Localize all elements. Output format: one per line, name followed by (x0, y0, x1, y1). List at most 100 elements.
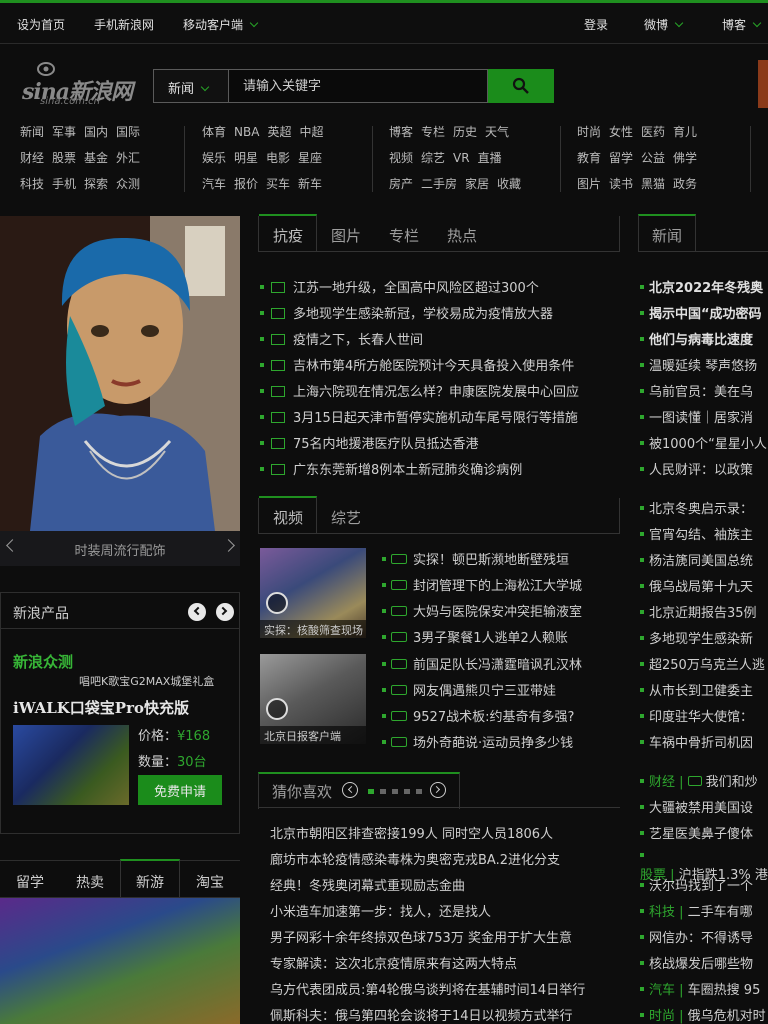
chevron-left-icon[interactable] (6, 539, 19, 552)
guess-item[interactable]: 北京市朝阳区排查密接199人 同时空人员1806人 (270, 823, 553, 842)
news-title[interactable]: 从市长到卫健委主 (649, 684, 753, 699)
nav-link[interactable]: 二手房 (421, 175, 457, 192)
category-label[interactable]: 时尚 (649, 1009, 675, 1024)
news-title[interactable]: 多地现学生感染新冠，学校易成为疫情放大器 (293, 307, 553, 322)
right-news-item[interactable]: 大疆被禁用美国设 (640, 797, 768, 816)
nav-link[interactable]: 基金 (84, 149, 108, 166)
nav-link[interactable]: 黑猫 (641, 175, 665, 192)
video-title[interactable]: 封闭管理下的上海松江大学城 (413, 579, 582, 594)
right-news-item[interactable]: 网信办：不得诱导 (640, 927, 768, 946)
nav-link[interactable]: 专栏 (421, 123, 445, 140)
right-news-item[interactable]: 俄乌战局第十九天 (640, 576, 768, 595)
guess-item[interactable]: 经典！冬残奥闭幕式重现励志金曲 (270, 875, 465, 894)
sina-logo[interactable]: sina新浪网 sina.com.cn (20, 60, 135, 110)
list-item[interactable]: 3月15日起天津市暂停实施机动车尾号限行等措施 (260, 407, 578, 429)
news-title[interactable]: 二手车有哪 (688, 905, 753, 920)
news-title[interactable]: 他们与病毒比速度 (649, 333, 753, 348)
page-dot[interactable] (368, 789, 374, 794)
news-title[interactable]: 疫情之下，长春人世间 (293, 333, 423, 348)
page-dot[interactable] (392, 789, 398, 794)
news-title[interactable]: 人民财评：以政策 (649, 463, 753, 478)
news-title[interactable]: 俄乌战局第十九天 (649, 580, 753, 595)
news-title[interactable]: 北京冬奥启示录： (649, 502, 753, 517)
news-title[interactable]: 艺星医美鼻子傻体 (649, 827, 753, 842)
news-title[interactable]: 北京近期报告35例 (649, 606, 757, 621)
nav-link[interactable]: 中超 (299, 123, 323, 140)
tab-hot[interactable]: 热点 (447, 225, 477, 246)
list-item[interactable]: 江苏一地升级，全国高中风险区超过300个 (260, 277, 539, 299)
tab-columns[interactable]: 专栏 (389, 225, 419, 246)
nav-link[interactable]: 历史 (453, 123, 477, 140)
right-fashion-item[interactable]: 时尚 | 俄乌危机对时 (640, 1005, 768, 1024)
list-item[interactable]: 场外奇葩说·运动员挣多少钱 (382, 732, 573, 751)
news-title[interactable]: 车祸中骨折司机因 (649, 736, 753, 751)
search-input[interactable] (229, 69, 488, 103)
nav-link[interactable]: 房产 (389, 175, 413, 192)
nav-link[interactable]: 图片 (577, 175, 601, 192)
video-title[interactable]: 大妈与医院保安冲突拒输液室 (413, 605, 582, 620)
nav-link[interactable]: 直播 (478, 149, 502, 166)
nav-link[interactable]: 收藏 (497, 175, 521, 192)
news-title[interactable]: 核战爆发后哪些物 (649, 957, 753, 972)
news-title[interactable]: 印度驻华大使馆： (649, 710, 753, 725)
nav-link[interactable]: 家居 (465, 175, 489, 192)
next-button[interactable] (216, 603, 234, 621)
nav-link[interactable]: 探索 (84, 175, 108, 192)
right-news-item[interactable]: 北京2022年冬残奥 (640, 277, 768, 296)
category-label[interactable]: 科技 (649, 905, 675, 920)
right-news-item[interactable]: 车祸中骨折司机因 (640, 732, 768, 751)
product-subtitle[interactable]: 唱吧K歌宝G2MAX城堡礼盒 (79, 673, 214, 689)
news-title[interactable]: 75名内地援港医疗队员抵达香港 (293, 437, 479, 452)
video-title[interactable]: 场外奇葩说·运动员挣多少钱 (413, 736, 573, 751)
nav-link[interactable]: 视频 (389, 149, 413, 166)
category-label[interactable]: 汽车 (649, 983, 675, 998)
right-news-item[interactable]: 从市长到卫健委主 (640, 680, 768, 699)
play-icon[interactable] (266, 592, 288, 614)
right-news-item[interactable]: 被1000个“星星小人 (640, 433, 768, 452)
right-tech-item[interactable]: 科技 | 二手车有哪 (640, 901, 768, 920)
page-dot[interactable] (416, 789, 422, 794)
page-dot[interactable] (380, 789, 386, 794)
tab-new-games[interactable]: 新游 (136, 872, 164, 892)
list-item[interactable]: 实探！顿巴斯濒地断壁残垣 (382, 549, 569, 568)
nav-link[interactable]: 教育 (577, 149, 601, 166)
nav-link[interactable]: 星座 (298, 149, 322, 166)
nav-link[interactable]: 留学 (609, 149, 633, 166)
news-title[interactable]: 江苏一地升级，全国高中风险区超过300个 (293, 281, 539, 296)
news-title[interactable]: 车圈热搜 95 (688, 983, 761, 998)
list-item[interactable]: 75名内地援港医疗队员抵达香港 (260, 433, 479, 455)
right-news-item[interactable]: 超250万乌克兰人逃 (640, 654, 768, 673)
ad-banner[interactable] (758, 60, 768, 108)
guess-item[interactable]: 廊坊市本轮疫情感染毒株为奥密克戎BA.2进化分支 (270, 849, 560, 868)
news-title[interactable]: 我们和炒 (706, 775, 758, 790)
nav-link[interactable]: 国际 (116, 123, 140, 140)
nav-link[interactable]: 天气 (485, 123, 509, 140)
news-title[interactable]: 温暖延续 琴声悠扬 (649, 359, 757, 374)
nav-link[interactable]: 综艺 (421, 149, 445, 166)
tab-study-abroad[interactable]: 留学 (16, 872, 44, 892)
news-title[interactable]: 官宵勾结、袖族主 (649, 528, 753, 543)
nav-link[interactable]: 英超 (267, 123, 291, 140)
video-title[interactable]: 网友偶遇熊贝宁三亚带娃 (413, 684, 556, 699)
right-news-item[interactable]: 他们与病毒比速度 (640, 329, 768, 348)
mobile-client-menu[interactable]: 移动客户端 (183, 16, 259, 33)
tab-hot-sale[interactable]: 热卖 (76, 872, 104, 892)
nav-link[interactable]: 读书 (609, 175, 633, 192)
mobile-site-link[interactable]: 手机新浪网 (94, 16, 154, 33)
nav-link[interactable]: 时尚 (577, 123, 601, 140)
right-news-item[interactable]: 官宵勾结、袖族主 (640, 524, 768, 543)
list-item[interactable]: 多地现学生感染新冠，学校易成为疫情放大器 (260, 303, 553, 325)
right-news-item[interactable]: 多地现学生感染新 (640, 628, 768, 647)
product-image[interactable] (13, 725, 129, 805)
right-news-item[interactable]: 印度驻华大使馆： (640, 706, 768, 725)
nav-link[interactable]: 汽车 (202, 175, 226, 192)
nav-link[interactable]: 众测 (116, 175, 140, 192)
nav-link[interactable]: 娱乐 (202, 149, 226, 166)
nav-link[interactable]: 军事 (52, 123, 76, 140)
next-button[interactable] (430, 782, 446, 798)
set-homepage-link[interactable]: 设为首页 (17, 16, 65, 33)
list-item[interactable]: 疫情之下，长春人世间 (260, 329, 423, 351)
news-title[interactable]: 3月15日起天津市暂停实施机动车尾号限行等措施 (293, 411, 578, 426)
right-finance-item[interactable]: 财经 | 我们和炒 (640, 771, 768, 790)
guess-item[interactable]: 佩斯科夫：俄乌第四轮会谈将于14日以视频方式举行 (270, 1005, 573, 1024)
